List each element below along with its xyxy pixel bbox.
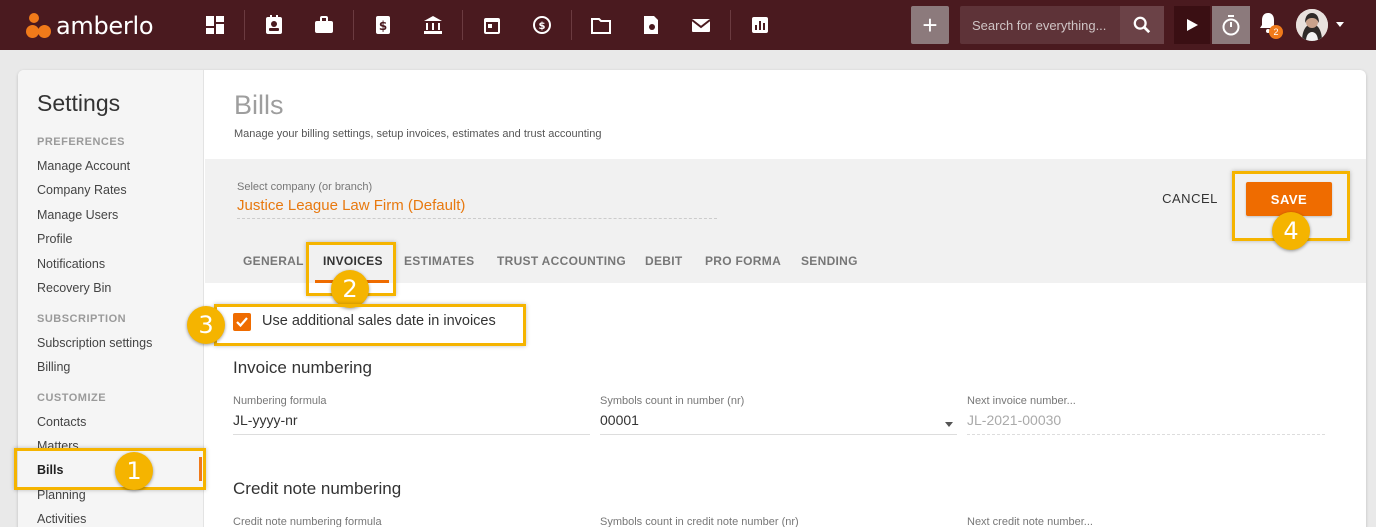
timer-button[interactable] [1212, 6, 1250, 44]
bills-icon[interactable]: $ [366, 8, 400, 42]
sidebar-item-billing[interactable]: Billing [37, 360, 70, 374]
dashboard-icon[interactable] [198, 8, 232, 42]
cancel-button[interactable]: CANCEL [1145, 186, 1235, 210]
page-title: Bills [234, 90, 284, 120]
search-icon [1133, 16, 1151, 34]
tab-sending[interactable]: SENDING [801, 254, 858, 268]
sidebar-group-preferences: PREFERENCES [37, 136, 126, 148]
step-badge-3: 3 [187, 306, 225, 344]
numbering-formula-input[interactable]: JL-yyyy-nr [233, 412, 298, 428]
sidebar-item-profile[interactable]: Profile [37, 232, 72, 246]
highlight-sales-date-option [214, 304, 526, 346]
svg-text:$: $ [379, 19, 387, 33]
step-badge-4: 4 [1272, 212, 1310, 250]
tab-general[interactable]: GENERAL [243, 254, 304, 268]
invoice-numbering-title: Invoice numbering [233, 358, 372, 377]
credit-note-formula-label: Credit note numbering formula [233, 516, 382, 527]
sidebar-item-planning[interactable]: Planning [37, 488, 86, 502]
tab-pro-forma[interactable]: PRO FORMA [705, 254, 781, 268]
plus-icon: + [922, 9, 938, 40]
search-button[interactable] [1120, 6, 1164, 44]
stopwatch-icon [1222, 15, 1240, 36]
sidebar-item-notifications[interactable]: Notifications [37, 257, 105, 271]
notifications-count-badge: 2 [1269, 25, 1283, 39]
step-badge-2: 2 [331, 270, 369, 308]
logo-icon [26, 13, 52, 39]
step-badge-1: 1 [115, 452, 153, 490]
tab-trust-accounting[interactable]: TRUST ACCOUNTING [497, 254, 626, 268]
tab-estimates[interactable]: ESTIMATES [404, 254, 474, 268]
symbols-count-chevron-down-icon[interactable] [945, 422, 953, 427]
trust-icon[interactable] [416, 8, 450, 42]
documents-icon[interactable] [634, 8, 668, 42]
play-icon [1187, 19, 1198, 31]
calendar-icon[interactable] [475, 8, 509, 42]
next-invoice-number-label: Next invoice number... [967, 395, 1076, 407]
sidebar-item-activities[interactable]: Activities [37, 512, 86, 526]
start-timer-button[interactable] [1174, 6, 1210, 44]
svg-text:$: $ [539, 21, 546, 32]
highlight-bills-item [14, 448, 206, 490]
symbols-count-label: Symbols count in number (nr) [600, 395, 745, 407]
sidebar-item-manage-account[interactable]: Manage Account [37, 159, 130, 173]
numbering-formula-underline [233, 434, 590, 435]
reports-icon[interactable] [743, 8, 777, 42]
credit-note-numbering-title: Credit note numbering [233, 479, 402, 498]
symbols-count-select[interactable]: 00001 [600, 412, 639, 428]
page-subtitle: Manage your billing settings, setup invo… [234, 128, 602, 140]
folder-icon[interactable] [584, 8, 618, 42]
user-avatar[interactable] [1296, 9, 1328, 41]
search-input[interactable] [960, 17, 1120, 33]
main-nav: $ $ [190, 8, 785, 42]
tab-debit[interactable]: DEBIT [645, 254, 683, 268]
next-credit-note-label: Next credit note number... [967, 516, 1093, 527]
sidebar-item-recovery-bin[interactable]: Recovery Bin [37, 281, 111, 295]
contacts-icon[interactable] [257, 8, 291, 42]
user-menu-chevron-down-icon[interactable] [1336, 22, 1344, 27]
symbols-count-underline [600, 434, 957, 435]
sidebar-item-manage-users[interactable]: Manage Users [37, 208, 118, 222]
top-bar: amberlo $ $ + 2 [0, 0, 1376, 50]
sidebar-group-subscription: SUBSCRIPTION [37, 313, 127, 325]
company-select-underline [237, 218, 717, 219]
credit-note-symbols-label: Symbols count in credit note number (nr) [600, 516, 799, 527]
bills-settings-panel: Bills Manage your billing settings, setu… [205, 70, 1366, 527]
global-search [960, 6, 1164, 44]
settings-card: Settings PREFERENCES Manage Account Comp… [18, 70, 1366, 527]
notifications-button[interactable]: 2 [1258, 12, 1284, 40]
sidebar-item-company-rates[interactable]: Company Rates [37, 183, 127, 197]
time-icon[interactable]: $ [525, 8, 559, 42]
company-select[interactable]: Justice League Law Firm (Default) [237, 197, 465, 214]
settings-title: Settings [37, 90, 121, 116]
logo-text: amberlo [56, 12, 154, 40]
mail-icon[interactable] [684, 8, 718, 42]
sidebar-item-subscription-settings[interactable]: Subscription settings [37, 336, 152, 350]
sidebar-item-contacts[interactable]: Contacts [37, 415, 86, 429]
numbering-formula-label: Numbering formula [233, 395, 327, 407]
next-invoice-number-value: JL-2021-00030 [967, 412, 1062, 428]
amberlo-logo[interactable]: amberlo [26, 12, 154, 40]
sidebar-group-customize: CUSTOMIZE [37, 392, 107, 404]
company-select-label: Select company (or branch) [237, 181, 373, 193]
matters-icon[interactable] [307, 8, 341, 42]
next-invoice-number-underline [967, 434, 1325, 435]
quick-add-button[interactable]: + [911, 6, 949, 44]
